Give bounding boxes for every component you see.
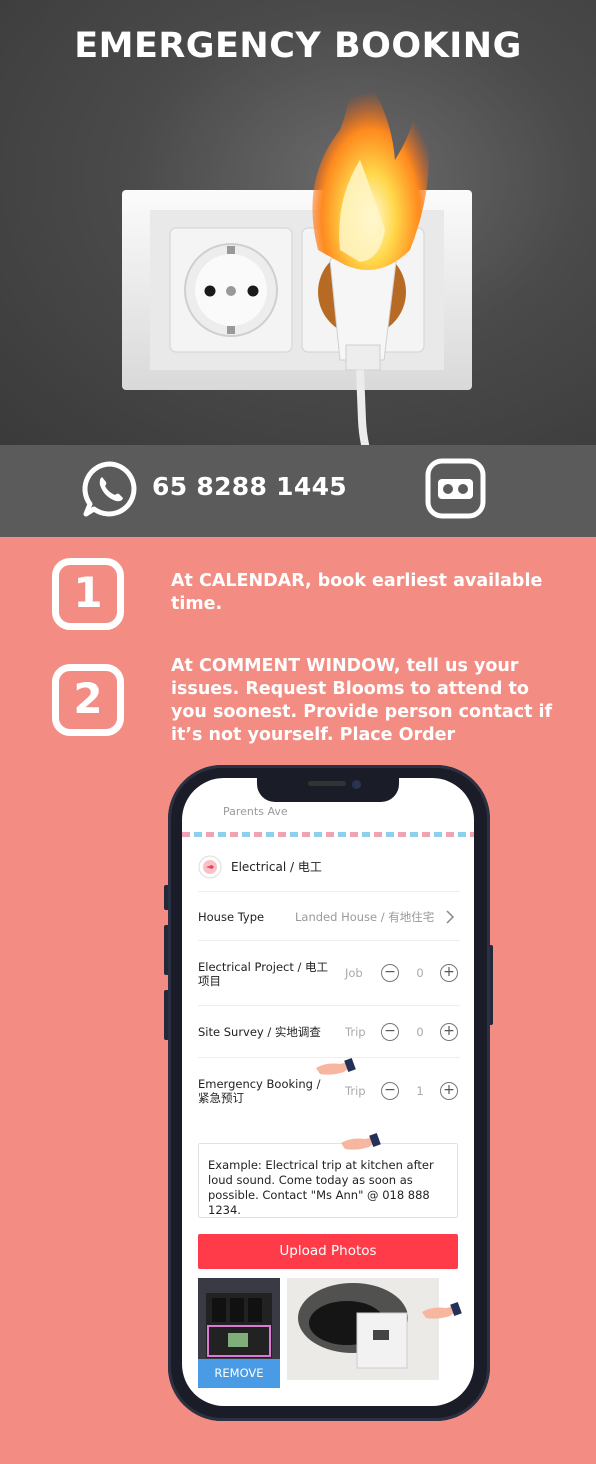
- plus-button[interactable]: +: [440, 1082, 458, 1100]
- upload-photos-button[interactable]: Upload Photos: [198, 1234, 458, 1269]
- address-snippet: Parents Ave: [223, 805, 288, 818]
- item-qty[interactable]: 0: [413, 1025, 427, 1039]
- plus-button[interactable]: +: [440, 964, 458, 982]
- item-label: Emergency Booking / 紧急预订: [198, 1077, 321, 1105]
- phone-speaker: [308, 781, 346, 786]
- item-label: Site Survey / 实地调查: [198, 1025, 321, 1039]
- item-unit: Trip: [345, 1084, 366, 1098]
- house-type-label: House Type: [198, 910, 265, 924]
- item-label: Electrical Project / 电工项目: [198, 960, 329, 988]
- pointing-hand-icon: [316, 1057, 356, 1075]
- whatsapp-icon[interactable]: [80, 459, 140, 519]
- item-unit: Job: [345, 966, 363, 980]
- hero-image: EMERGENCY BOOKING: [0, 0, 596, 445]
- pointing-hand-icon: [341, 1132, 381, 1150]
- phone-notch: [257, 776, 399, 802]
- divider: [198, 891, 460, 892]
- step-1-text: At CALENDAR, book earliest available tim…: [171, 571, 543, 614]
- burning-socket-illustration: [122, 60, 472, 445]
- step-2-badge: 2: [52, 664, 124, 736]
- phone-number[interactable]: 65 8288 1445: [152, 472, 347, 501]
- item-qty[interactable]: 0: [413, 966, 427, 980]
- phone-camera: [352, 780, 361, 789]
- minus-button[interactable]: −: [381, 1023, 399, 1041]
- step-2-text: At COMMENT WINDOW, tell us your issues. …: [171, 656, 553, 745]
- minus-button[interactable]: −: [381, 1082, 399, 1100]
- house-type-value[interactable]: Landed House / 有地住宅: [295, 910, 434, 924]
- uploaded-photo-burnt-socket: [287, 1278, 439, 1380]
- divider: [198, 1005, 460, 1006]
- item-unit: Trip: [345, 1025, 366, 1039]
- minus-button[interactable]: −: [381, 964, 399, 982]
- item-qty[interactable]: 1: [413, 1084, 427, 1098]
- divider: [198, 940, 460, 941]
- chevron-right-icon[interactable]: [445, 910, 455, 924]
- category-label: Electrical / 电工: [231, 860, 322, 874]
- page-title: EMERGENCY BOOKING: [74, 26, 522, 66]
- comment-textarea[interactable]: Example: Electrical trip at kitchen afte…: [198, 1143, 458, 1218]
- remove-photo-button[interactable]: REMOVE: [198, 1359, 280, 1388]
- pointing-hand-icon: [422, 1301, 462, 1319]
- airmail-divider: [182, 832, 474, 837]
- step-1-badge: 1: [52, 558, 124, 630]
- electrical-plug-icon: [198, 855, 222, 879]
- plus-button[interactable]: +: [440, 1023, 458, 1041]
- voicemail-icon[interactable]: [424, 457, 487, 520]
